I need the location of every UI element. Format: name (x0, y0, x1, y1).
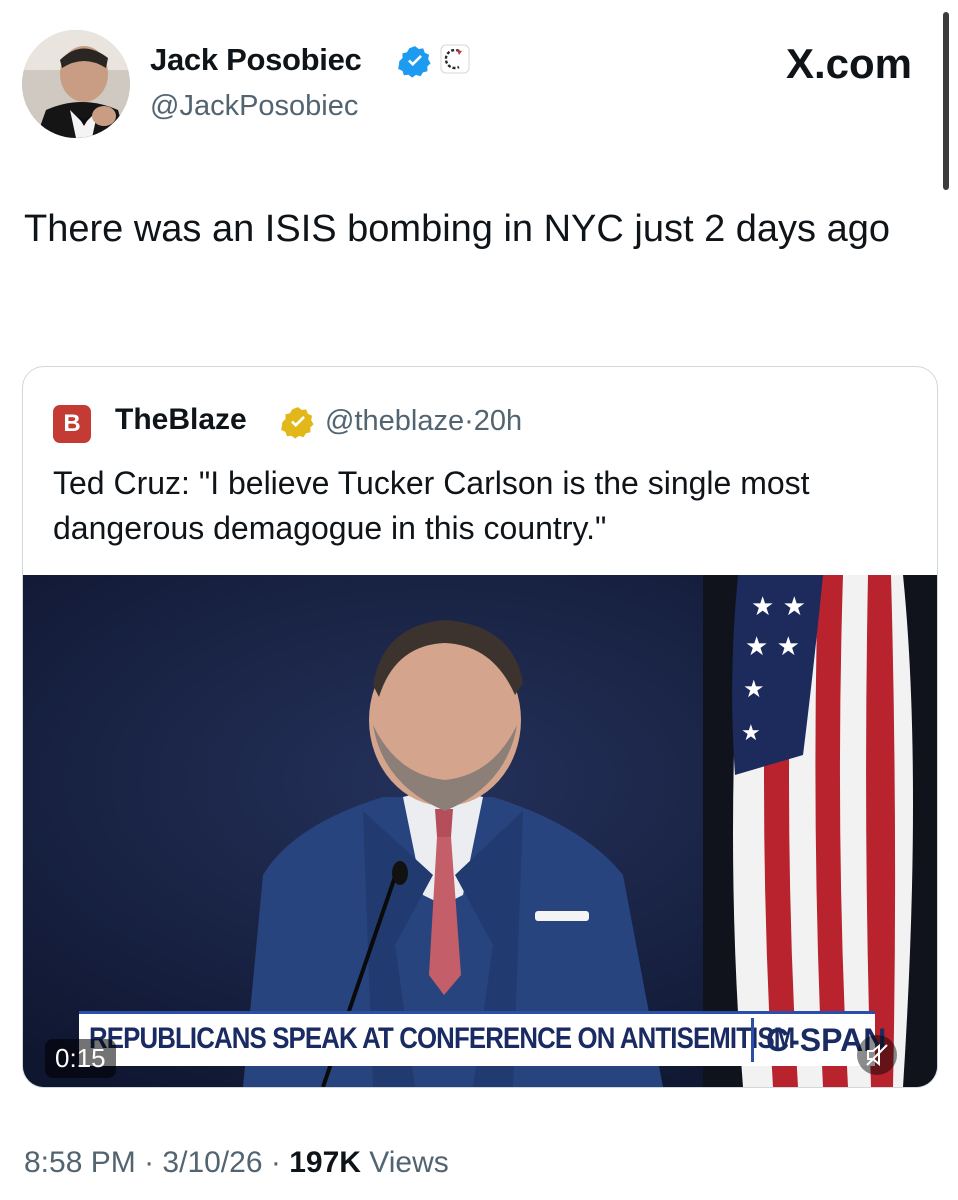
quoted-handle-line[interactable]: @theblaze·20h (325, 405, 522, 438)
svg-text:★: ★ (743, 675, 765, 703)
separator: · (270, 1146, 281, 1179)
quoted-author-name[interactable]: TheBlaze (115, 403, 247, 437)
mute-button[interactable] (857, 1035, 897, 1075)
tweet-metadata: 8:58 PM · 3/10/26 · 197K Views (24, 1146, 449, 1180)
chyron-text: REPUBLICANS SPEAK AT CONFERENCE ON ANTIS… (89, 1022, 795, 1055)
affiliation-badge-icon (440, 44, 470, 74)
quoted-tweet-text: Ted Cruz: "I believe Tucker Carlson is t… (53, 465, 810, 546)
video-player[interactable]: ★ ★ ★ ★ ★ ★ REPUBLICANS SPEAK AT CONFERE… (23, 575, 937, 1087)
svg-text:★: ★ (741, 721, 761, 746)
views-count[interactable]: 197K (289, 1146, 361, 1179)
tweet-date[interactable]: 3/10/26 (162, 1146, 262, 1179)
verified-badge-icon (398, 46, 431, 78)
video-timer: 0:15 (45, 1039, 116, 1078)
separator: · (144, 1146, 155, 1179)
svg-text:★ ★: ★ ★ (751, 592, 806, 622)
separator: · (464, 405, 474, 437)
quoted-tweet-card[interactable]: B TheBlaze @theblaze·20h Ted Cruz: "I be… (22, 366, 938, 1088)
views-label: Views (369, 1146, 449, 1179)
quoted-author-handle[interactable]: @theblaze (325, 405, 464, 437)
author-name[interactable]: Jack Posobiec (150, 42, 362, 78)
theblaze-logo-icon[interactable]: B (53, 405, 91, 443)
svg-text:★ ★: ★ ★ (745, 632, 800, 662)
quoted-tweet-age[interactable]: 20h (474, 405, 522, 437)
video-chyron: REPUBLICANS SPEAK AT CONFERENCE ON ANTIS… (79, 1011, 886, 1066)
site-label: X.com (785, 40, 912, 87)
tweet-text: There was an ISIS bombing in NYC just 2 … (24, 208, 891, 250)
avatar-image (22, 30, 130, 138)
scrollbar[interactable] (943, 12, 949, 190)
author-handle[interactable]: @JackPosobiec (150, 90, 358, 123)
muted-speaker-icon (866, 1043, 888, 1067)
tweet-time[interactable]: 8:58 PM (24, 1146, 136, 1179)
author-avatar[interactable] (22, 30, 130, 138)
gold-verified-badge-icon (281, 407, 314, 439)
